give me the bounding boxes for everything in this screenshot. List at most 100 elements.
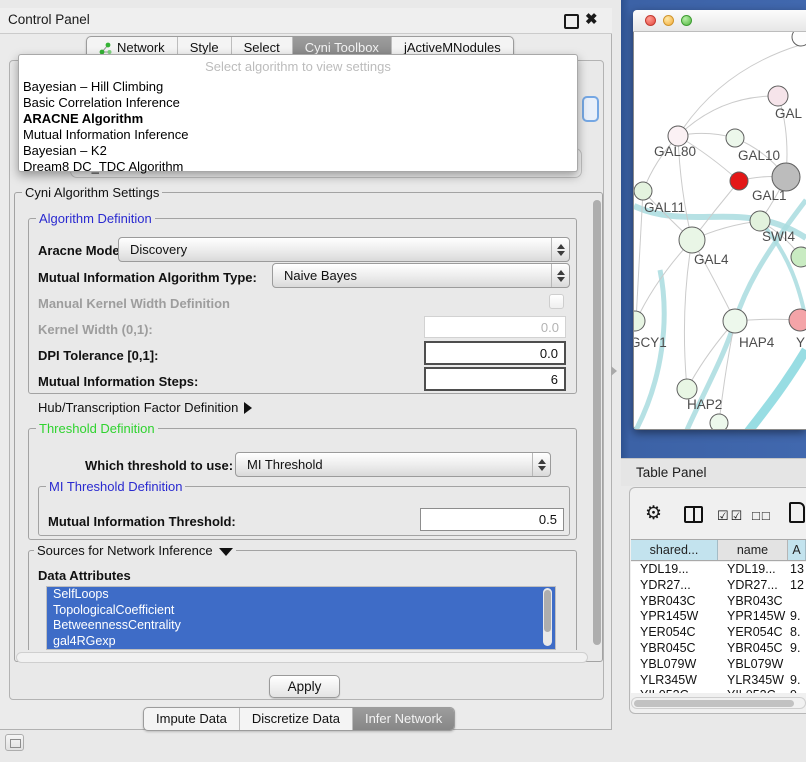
tab-infer-network[interactable]: Infer Network bbox=[352, 708, 454, 730]
network-node[interactable] bbox=[791, 247, 806, 267]
network-node-gal1[interactable] bbox=[730, 172, 748, 190]
data-attribute-item[interactable]: TopologicalCoefficient bbox=[47, 603, 555, 619]
mi-steps-label: Mutual Information Steps: bbox=[38, 374, 198, 389]
dpi-tolerance-field[interactable]: 0.0 bbox=[424, 341, 566, 365]
data-attribute-item[interactable]: BetweennessCentrality bbox=[47, 618, 555, 634]
network-node[interactable] bbox=[772, 163, 800, 191]
mi-threshold-title: MI Threshold Definition bbox=[46, 479, 185, 494]
table-cell: YBR043C bbox=[631, 594, 718, 610]
network-node-label: GAL bbox=[775, 106, 803, 121]
mi-type-combo[interactable]: Naive Bayes bbox=[272, 263, 570, 288]
network-node-gal10[interactable] bbox=[726, 129, 744, 147]
algorithm-option[interactable]: ARACNE Algorithm bbox=[19, 111, 577, 127]
network-node-gal11[interactable] bbox=[634, 182, 652, 200]
settings-scrollbar-thumb[interactable] bbox=[593, 200, 601, 645]
close-icon[interactable]: ✖ bbox=[585, 10, 598, 28]
manual-kernel-checkbox[interactable] bbox=[549, 294, 564, 309]
algorithm-option[interactable]: Bayesian – Hill Climbing bbox=[19, 79, 577, 95]
float-icon[interactable] bbox=[564, 14, 579, 29]
network-node-y[interactable] bbox=[789, 309, 806, 331]
gear-icon[interactable]: ⚙ bbox=[645, 504, 662, 524]
algorithm-option[interactable]: Bayesian – K2 bbox=[19, 143, 577, 159]
attributes-scrollbar[interactable] bbox=[543, 588, 552, 646]
minimize-traffic-light[interactable] bbox=[663, 15, 674, 26]
zoom-traffic-light[interactable] bbox=[681, 15, 692, 26]
network-node-label: HAP2 bbox=[687, 397, 722, 412]
show-panel-button[interactable] bbox=[5, 734, 24, 751]
document-icon[interactable] bbox=[789, 502, 805, 523]
which-threshold-combo[interactable]: MI Threshold bbox=[235, 452, 551, 477]
table-cell bbox=[788, 594, 806, 610]
network-node-gal[interactable] bbox=[768, 86, 788, 106]
network-node-gal80[interactable] bbox=[668, 126, 688, 146]
algorithm-dropdown-placeholder: Select algorithm to view settings bbox=[19, 55, 577, 79]
table-row[interactable]: YDL19...YDL19...13 bbox=[631, 562, 806, 578]
columns-icon[interactable] bbox=[684, 506, 703, 523]
network-node-swi4[interactable] bbox=[750, 211, 770, 231]
table-cell: YBL079W bbox=[718, 657, 788, 673]
network-edge[interactable] bbox=[748, 350, 806, 429]
algorithm-option[interactable]: Mutual Information Inference bbox=[19, 127, 577, 143]
table-row[interactable]: YPR145WYPR145W9. bbox=[631, 609, 806, 625]
network-node[interactable] bbox=[792, 32, 806, 46]
table-hscrollbar-thumb[interactable] bbox=[634, 700, 794, 707]
table-row[interactable]: YER054CYER054C8. bbox=[631, 625, 806, 641]
aracne-mode-label: Aracne Mode: bbox=[38, 243, 124, 258]
mi-steps-field[interactable]: 6 bbox=[424, 367, 566, 391]
network-node[interactable] bbox=[710, 414, 728, 429]
panel-splitter-handle[interactable] bbox=[611, 366, 617, 376]
table-cell: YBL079W bbox=[631, 657, 718, 673]
table-row[interactable]: YBR045CYBR045C9. bbox=[631, 641, 806, 657]
network-canvas[interactable]: GALGAL80GAL10GAL1GAL11SWI4GAL4GCY1HAP4YH… bbox=[634, 32, 806, 429]
data-attribute-item[interactable]: SelfLoops bbox=[47, 587, 555, 603]
network-node-label: HAP4 bbox=[739, 335, 775, 350]
network-node-gal4[interactable] bbox=[679, 227, 705, 253]
table-row[interactable]: YDR27...YDR27...12 bbox=[631, 578, 806, 594]
algorithm-combo-focus-edge[interactable] bbox=[582, 96, 599, 122]
table-horizontal-scrollbar[interactable] bbox=[631, 697, 806, 709]
algorithm-option[interactable]: Basic Correlation Inference bbox=[19, 95, 577, 111]
table-row[interactable]: YBL079WYBL079W bbox=[631, 657, 806, 673]
table-cell: YDR27... bbox=[718, 578, 788, 594]
table-row[interactable]: YBR043CYBR043C bbox=[631, 594, 806, 610]
table-cell: YER054C bbox=[631, 625, 718, 641]
tab-label: Infer Network bbox=[365, 711, 442, 727]
apply-button[interactable]: Apply bbox=[269, 675, 340, 698]
hub-tf-section-toggle[interactable]: Hub/Transcription Factor Definition bbox=[38, 400, 252, 415]
data-attributes-list[interactable]: SelfLoopsTopologicalCoefficientBetweenne… bbox=[46, 586, 556, 650]
tab-label: Discretize Data bbox=[252, 711, 340, 727]
network-node-hap4[interactable] bbox=[723, 309, 747, 333]
network-window-titlebar bbox=[633, 10, 806, 32]
network-node-gcy1[interactable] bbox=[634, 311, 645, 331]
column-header[interactable]: A bbox=[788, 540, 806, 560]
settings-scrollbar[interactable] bbox=[591, 196, 602, 658]
algorithm-dropdown-popup: Select algorithm to view settings Bayesi… bbox=[18, 54, 578, 172]
table-cell: YIL052C bbox=[631, 688, 718, 693]
aracne-mode-combo[interactable]: Discovery bbox=[118, 237, 570, 262]
attributes-scrollbar-thumb[interactable] bbox=[544, 590, 551, 632]
sources-title-toggle[interactable]: Sources for Network Inference bbox=[34, 543, 236, 558]
network-edge[interactable] bbox=[684, 240, 692, 389]
algorithm-option[interactable]: Dream8 DC_TDC Algorithm bbox=[19, 159, 577, 175]
column-header[interactable]: name bbox=[718, 540, 788, 560]
table-cell: YPR145W bbox=[631, 609, 718, 625]
mi-threshold-label: Mutual Information Threshold: bbox=[48, 514, 236, 529]
close-traffic-light[interactable] bbox=[645, 15, 656, 26]
tab-discretize-data[interactable]: Discretize Data bbox=[239, 708, 352, 730]
kernel-width-field[interactable]: 0.0 bbox=[424, 316, 566, 338]
algorithm-option-list: Bayesian – Hill ClimbingBasic Correlatio… bbox=[19, 79, 577, 175]
algorithm-definition-title: Algorithm Definition bbox=[36, 211, 155, 226]
network-node-hap2[interactable] bbox=[677, 379, 697, 399]
mi-threshold-field[interactable]: 0.5 bbox=[420, 508, 564, 531]
settings-horizontal-scrollbar[interactable] bbox=[16, 652, 588, 663]
unchecked-pair-icon[interactable]: □□ bbox=[752, 508, 772, 523]
tab-impute-data[interactable]: Impute Data bbox=[144, 708, 239, 730]
column-header[interactable]: shared... bbox=[631, 540, 718, 560]
checked-pair-icon[interactable]: ☑☑ bbox=[717, 508, 744, 524]
table-cell: YDL19... bbox=[718, 562, 788, 578]
data-attribute-item[interactable]: gal4RGexp bbox=[47, 634, 555, 650]
table-cell: 9. bbox=[788, 688, 806, 693]
table-row[interactable]: YLR345WYLR345W9. bbox=[631, 673, 806, 689]
table-row[interactable]: YIL052CYIL052C9. bbox=[631, 688, 806, 693]
threshold-definition-title: Threshold Definition bbox=[36, 421, 158, 436]
